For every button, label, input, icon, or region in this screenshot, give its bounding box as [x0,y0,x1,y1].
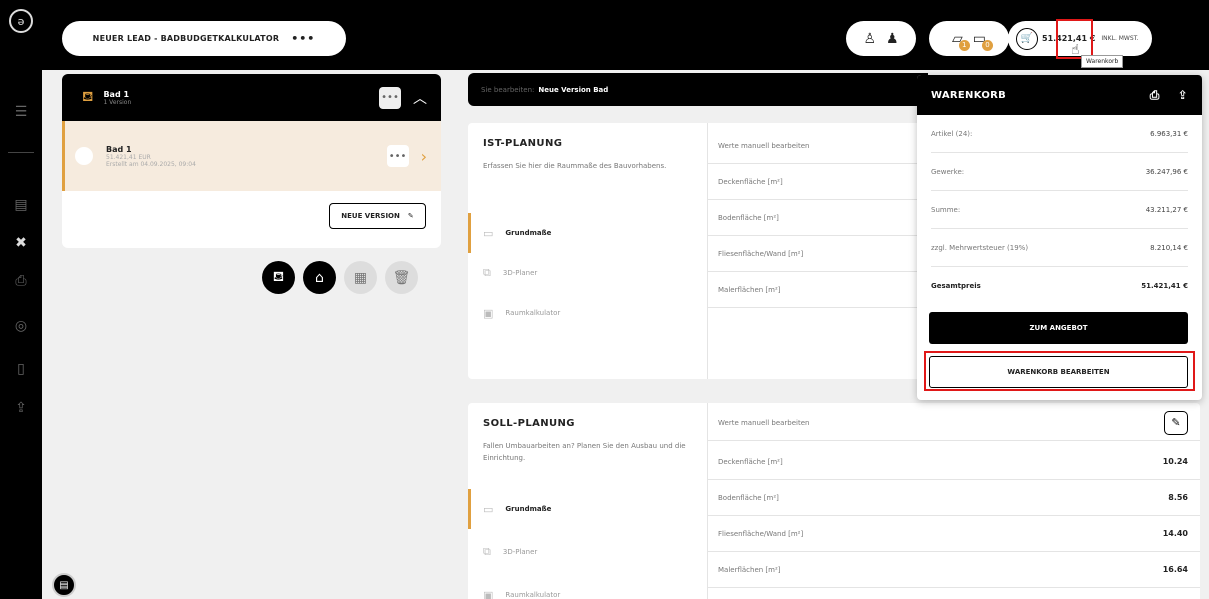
edit-value: Neue Version Bad [538,85,609,94]
version-radio[interactable] [75,147,93,165]
calculator-icon: ▣ [483,306,494,320]
bathtub-icon: ⛾ [82,88,94,105]
calculator-icon: ▣ [483,588,494,599]
printer-icon[interactable]: ⎙ [1150,88,1160,103]
new-version-label: NEUE VERSION [341,212,400,220]
new-version-button[interactable]: NEUE VERSION ✎ [329,203,426,229]
cart-line-mwst: zzgl. Mehrwertsteuer (19%) 8.210,14 € [931,229,1188,267]
bad-header[interactable]: ⛾ Bad 1 1 Version ••• ︿ [62,74,441,121]
soll-fliesen-value: 14.40 [1162,529,1188,538]
soll-row-decke: Deckenfläche [m²] 10.24 [708,444,1200,480]
cube-icon: ⧉ [483,545,491,558]
folder-icon[interactable]: ▭ 0 [973,31,993,51]
pencil-icon: ✎ [407,212,414,220]
lead-selector[interactable]: NEUER LEAD - BADBUDGETKALKULATOR ••• [62,21,346,56]
ist-title: IST-PLANUNG [483,138,563,149]
share-icon[interactable]: ⇪ [0,400,42,416]
folder-badge: 0 [982,39,993,51]
lead-title: NEUER LEAD - BADBUDGETKALKULATOR [92,34,280,43]
ist-nav-raumkalkulator[interactable]: ▣ Raumkalkulator [468,293,707,333]
soll-description: Fallen Umbauarbeiten an? Planen Sie den … [483,442,686,462]
cart-vat-label: INKL. MWST. [1101,35,1139,42]
version-title: Bad 1 [106,144,132,154]
logo-icon[interactable]: ǝ [9,9,33,33]
soll-nav-grundmasse[interactable]: ▭ Grundmaße [468,489,707,529]
document-icon[interactable]: ▯ [0,361,42,377]
soll-maler-value: 16.64 [1162,565,1188,574]
cart-tooltip: Warenkorb [1081,55,1124,68]
menu-icon[interactable]: ☰ [0,104,42,120]
cart-header: WARENKORB ⎙ ⇪ [917,75,1202,115]
user-actions: ♙ ♟ [846,21,916,56]
bad-menu-button[interactable]: ••• [379,86,401,109]
bad-title: Bad 1 [103,89,130,99]
eye-icon[interactable]: ◎ [0,318,42,334]
soll-panel: SOLL-PLANUNG Fallen Umbauarbeiten an? Pl… [468,403,1200,599]
soll-row-fliesen: Fliesenfläche/Wand [m²] 14.40 [708,516,1200,552]
lead-menu-icon[interactable]: ••• [291,32,315,45]
soll-nav-raumkalkulator[interactable]: ▣ Raumkalkulator [468,575,707,599]
version-price: 51.421,41 EUR [106,153,151,161]
cart-line-gesamtpreis: Gesamtpreis 51.421,41 € [931,282,1188,290]
documents-icon[interactable]: ▱ 1 [952,31,970,51]
side-rail: ǝ ☰ ▤ ✖ ⎙ ◎ ▯ ⇪ [0,0,42,599]
ruler-icon: ▭ [483,226,494,240]
bad-subtitle: 1 Version [103,98,132,106]
bathroom-icon[interactable]: ⛾ [262,261,295,294]
printer-icon[interactable]: ⎙ [0,273,42,289]
bad-card: ⛾ Bad 1 1 Version ••• ︿ Bad 1 51.421,41 … [62,74,441,248]
edit-label: Sie bearbeiten: [481,85,535,94]
cart-line-gewerke: Gewerke: 36.247,96 € [931,153,1188,191]
chevron-right-icon[interactable]: › [421,147,427,166]
version-menu-button[interactable]: ••• [386,145,409,167]
tools-icon[interactable]: ✖ [0,235,42,251]
version-row[interactable]: Bad 1 51.421,41 EUR Erstellt am 04.09.20… [62,121,441,191]
edit-cart-highlight [924,351,1195,391]
soll-row-boden: Bodenfläche [m²] 8.56 [708,480,1200,516]
ist-nav-3d-planer[interactable]: ⧉ 3D-Planer [468,253,707,293]
cube-icon: ⧉ [483,266,491,279]
edit-bar: Sie bearbeiten: Neue Version Bad [468,73,928,106]
documents-badge: 1 [958,39,970,51]
user-add-icon[interactable]: ♙ [863,31,876,47]
soll-decke-value: 10.24 [1162,457,1188,466]
cart-title: WARENKORB [931,89,1007,101]
share-icon[interactable]: ⇪ [1178,88,1188,103]
hand-cursor-icon: ☝ [1071,42,1080,58]
edit-values-button[interactable]: ✎ [1164,410,1188,435]
folder-actions: ▱ 1 ▭ 0 [929,21,1009,56]
cart-icon[interactable]: 🛒 [1016,27,1038,50]
user-icon[interactable]: ♟ [886,31,899,47]
cart-line-artikel: Artikel (24): 6.963,31 € [931,115,1188,153]
room-actions: ⛾ ⌂ ▦ 🗑 [262,261,418,294]
floorplan-icon[interactable]: ▦ [344,261,377,294]
soll-boden-value: 8.56 [1168,493,1188,502]
chat-icon[interactable]: ▤ [52,573,76,597]
chevron-up-icon[interactable]: ︿ [413,88,427,108]
rail-divider [8,152,34,153]
soll-row-maler: Malerflächen [m²] 16.64 [708,552,1200,588]
trash-icon[interactable]: 🗑 [385,261,418,294]
soll-title: SOLL-PLANUNG [483,418,575,429]
clipboard-icon[interactable]: ▤ [0,197,42,213]
cart-line-summe: Summe: 43.211,27 € [931,191,1188,229]
ruler-icon: ▭ [483,502,494,516]
soll-row-manual: Werte manuell bearbeiten ✎ [708,405,1200,441]
ist-description: Erfassen Sie hier die Raummaße des Bauvo… [483,162,667,170]
soll-nav-3d-planer[interactable]: ⧉ 3D-Planer [468,532,707,572]
house-icon[interactable]: ⌂ [303,261,336,294]
to-offer-button[interactable]: ZUM ANGEBOT [929,312,1188,344]
ist-nav-grundmasse[interactable]: ▭ Grundmaße [468,213,707,253]
version-date: Erstellt am 04.09.2025, 09:04 [106,160,196,168]
